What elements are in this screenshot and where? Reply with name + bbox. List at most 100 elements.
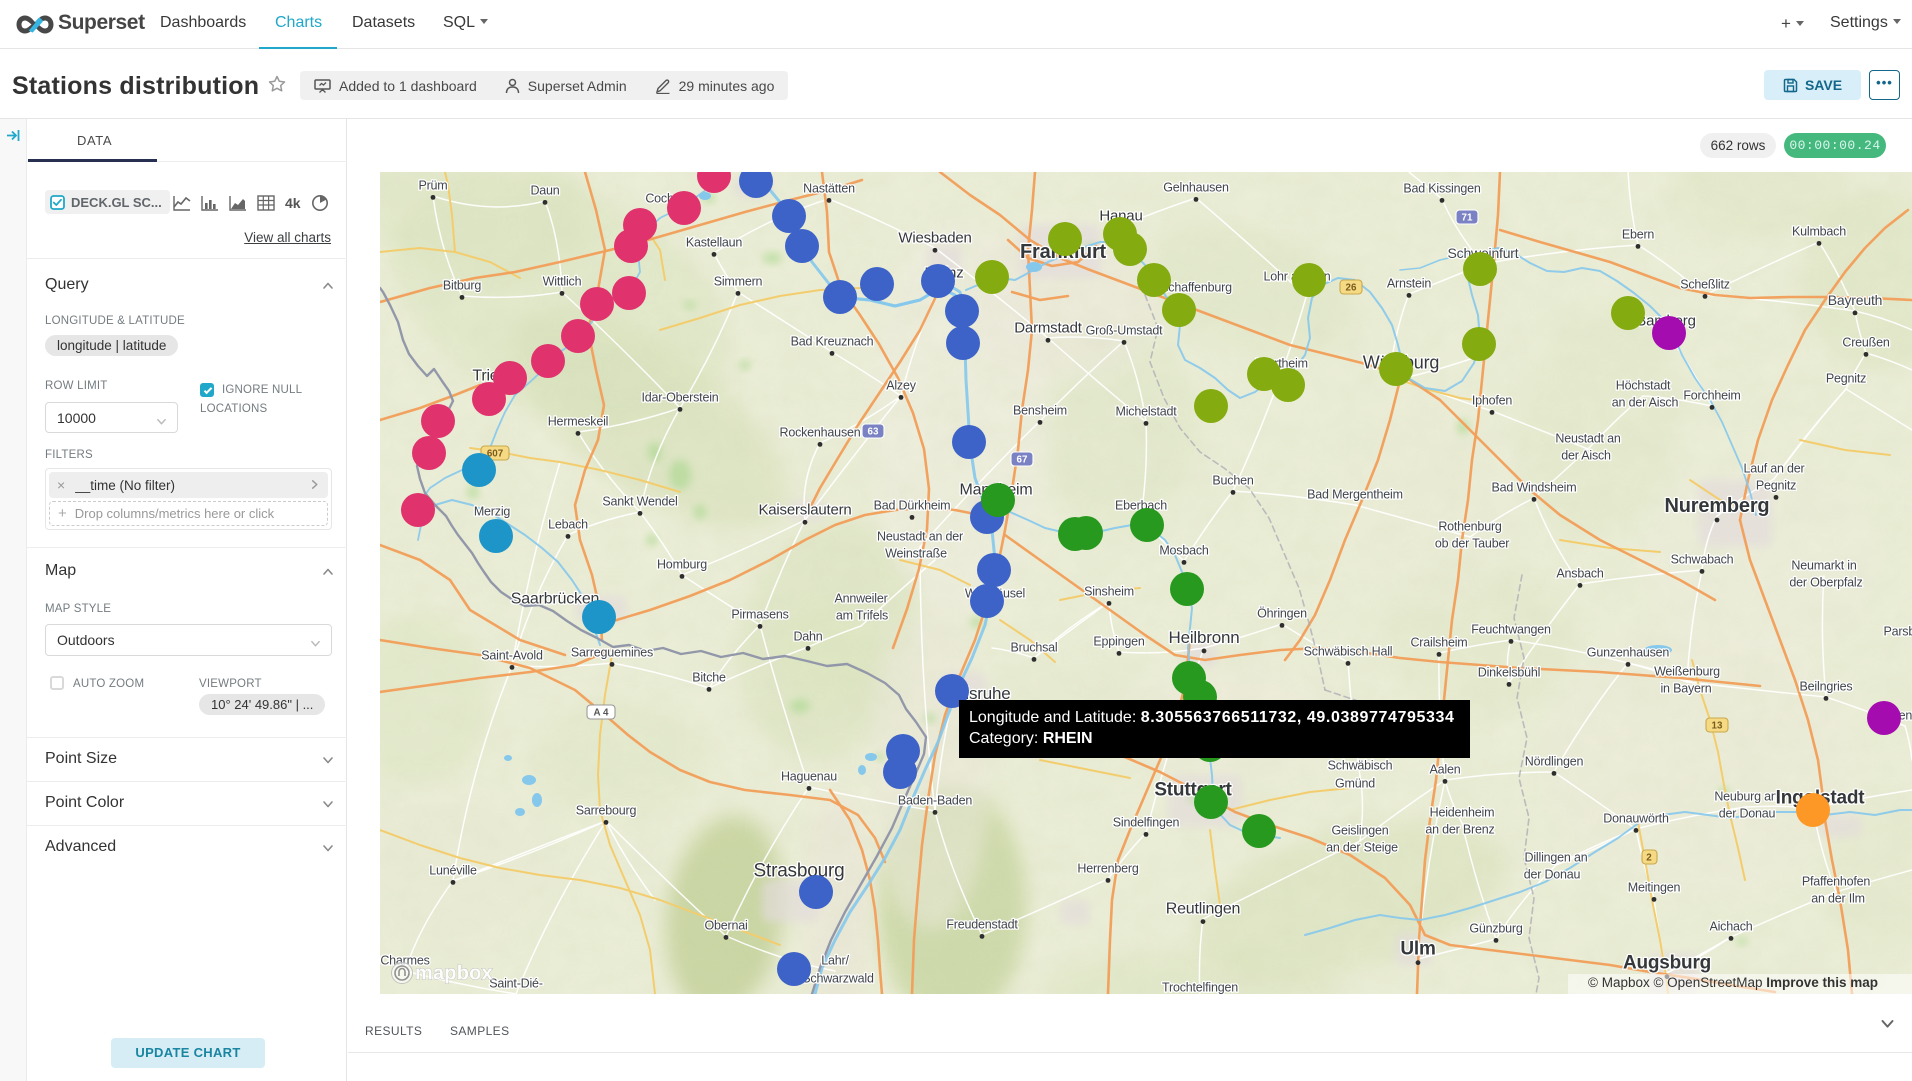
svg-text:Lunéville: Lunéville xyxy=(429,863,477,877)
svg-text:Scheßlitz: Scheßlitz xyxy=(1680,277,1730,291)
svg-text:Öhringen: Öhringen xyxy=(1257,606,1307,620)
svg-text:an der Aisch: an der Aisch xyxy=(1612,395,1679,409)
svg-text:Dahn: Dahn xyxy=(793,629,822,643)
svg-text:Weinstraße: Weinstraße xyxy=(885,546,947,560)
svg-text:Iphofen: Iphofen xyxy=(1472,393,1513,407)
svg-text:Strasbourg: Strasbourg xyxy=(754,861,845,882)
svg-text:Eppingen: Eppingen xyxy=(1093,634,1144,648)
svg-text:Bad Dürkheim: Bad Dürkheim xyxy=(874,498,951,512)
svg-text:Michelstadt: Michelstadt xyxy=(1115,404,1177,418)
svg-text:Bad Kissingen: Bad Kissingen xyxy=(1403,181,1481,195)
svg-text:Dinkelsbühl: Dinkelsbühl xyxy=(1478,665,1540,679)
svg-text:Prüm: Prüm xyxy=(418,178,447,192)
svg-text:Bensheim: Bensheim xyxy=(1013,403,1067,417)
svg-text:Lauf an der: Lauf an der xyxy=(1743,461,1804,475)
svg-text:Pegnitz: Pegnitz xyxy=(1826,371,1866,385)
svg-text:Neumarkt in: Neumarkt in xyxy=(1791,558,1856,572)
svg-text:Gunzenhausen: Gunzenhausen xyxy=(1587,645,1670,659)
svg-text:Wittlich: Wittlich xyxy=(543,274,582,288)
svg-text:der Donau: der Donau xyxy=(1524,867,1581,881)
svg-text:Groß-Umstadt: Groß-Umstadt xyxy=(1086,323,1164,337)
svg-text:Weißenburg: Weißenburg xyxy=(1654,664,1720,678)
svg-text:Baden-Baden: Baden-Baden xyxy=(898,793,973,807)
svg-text:Sarrebourg: Sarrebourg xyxy=(576,803,637,817)
svg-text:Bruchsal: Bruchsal xyxy=(1010,640,1057,654)
svg-text:Schwäbisch: Schwäbisch xyxy=(1328,758,1393,772)
svg-text:ob der Tauber: ob der Tauber xyxy=(1435,536,1509,550)
svg-text:Bitburg: Bitburg xyxy=(443,278,481,292)
svg-text:63: 63 xyxy=(868,427,879,438)
svg-text:Arnstein: Arnstein xyxy=(1387,276,1432,290)
svg-text:Pirmasens: Pirmasens xyxy=(731,607,788,621)
svg-text:mapbox: mapbox xyxy=(415,963,493,985)
svg-text:Darmstadt: Darmstadt xyxy=(1014,319,1082,336)
svg-text:Simmern: Simmern xyxy=(714,274,763,288)
svg-text:71: 71 xyxy=(1462,213,1473,224)
svg-text:Lebach: Lebach xyxy=(548,517,588,531)
svg-text:Donauwörth: Donauwörth xyxy=(1603,811,1669,825)
svg-text:26: 26 xyxy=(1346,283,1357,294)
svg-text:Freudenstadt: Freudenstadt xyxy=(946,917,1018,931)
svg-text:Homburg: Homburg xyxy=(657,557,707,571)
svg-text:Rockenhausen: Rockenhausen xyxy=(780,425,861,439)
svg-text:Sinsheim: Sinsheim xyxy=(1084,584,1134,598)
svg-text:Daun: Daun xyxy=(530,183,559,197)
svg-text:Parsberg: Parsberg xyxy=(1883,624,1912,638)
svg-text:Annweiler: Annweiler xyxy=(834,591,887,605)
svg-text:Haguenau: Haguenau xyxy=(781,769,837,783)
svg-text:Obernai: Obernai xyxy=(704,918,747,932)
svg-text:Meitingen: Meitingen xyxy=(1628,880,1681,894)
svg-text:2: 2 xyxy=(1646,853,1652,864)
svg-text:Bitche: Bitche xyxy=(692,670,726,684)
svg-text:Saarbrücken: Saarbrücken xyxy=(511,591,600,608)
svg-text:Nuremberg: Nuremberg xyxy=(1665,495,1770,517)
svg-text:der Aisch: der Aisch xyxy=(1561,448,1611,462)
svg-text:Sindelfingen: Sindelfingen xyxy=(1113,815,1180,829)
svg-text:Sankt Wendel: Sankt Wendel xyxy=(602,494,677,508)
svg-text:Günzburg: Günzburg xyxy=(1469,921,1523,935)
svg-text:67: 67 xyxy=(1017,455,1028,466)
svg-text:Neuburg an: Neuburg an xyxy=(1714,789,1778,803)
svg-text:© Mapbox © OpenStreetMap Impro: © Mapbox © OpenStreetMap Improve this ma… xyxy=(1588,975,1878,990)
svg-text:Wiesbaden: Wiesbaden xyxy=(898,229,971,246)
svg-text:am Trifels: am Trifels xyxy=(836,608,888,622)
svg-text:Mosbach: Mosbach xyxy=(1159,543,1209,557)
svg-text:Ulm: Ulm xyxy=(1400,939,1435,960)
svg-text:Höchstadt: Höchstadt xyxy=(1616,378,1671,392)
svg-text:Neustadt an: Neustadt an xyxy=(1555,431,1620,445)
svg-text:Bad Kreuznach: Bad Kreuznach xyxy=(791,334,874,348)
svg-text:an der Steige: an der Steige xyxy=(1326,840,1398,854)
svg-text:Schwäbisch Hall: Schwäbisch Hall xyxy=(1304,644,1393,658)
svg-text:Pegnitz: Pegnitz xyxy=(1756,478,1796,492)
svg-text:Sarreguemines: Sarreguemines xyxy=(571,645,653,659)
svg-text:Saint-Avold: Saint-Avold xyxy=(481,648,543,662)
svg-text:Feuchtwangen: Feuchtwangen xyxy=(1471,622,1551,636)
svg-text:Hermeskeil: Hermeskeil xyxy=(548,414,609,428)
svg-text:an der Ilm: an der Ilm xyxy=(1811,891,1865,905)
svg-text:Schwarzwald: Schwarzwald xyxy=(802,971,874,985)
svg-text:der Donau: der Donau xyxy=(1719,806,1776,820)
svg-text:Kulmbach: Kulmbach xyxy=(1792,224,1846,238)
svg-text:Creußen: Creußen xyxy=(1842,335,1889,349)
svg-text:Bad Windsheim: Bad Windsheim xyxy=(1492,480,1577,494)
svg-text:Bayreuth: Bayreuth xyxy=(1828,292,1882,308)
svg-text:Neustadt an der: Neustadt an der xyxy=(877,529,963,543)
svg-text:A 4: A 4 xyxy=(594,708,609,719)
svg-text:Pfaffenhofen: Pfaffenhofen xyxy=(1802,874,1871,888)
svg-text:Dillingen an: Dillingen an xyxy=(1525,850,1588,864)
svg-text:Herrenberg: Herrenberg xyxy=(1077,861,1138,875)
svg-text:Bad Mergentheim: Bad Mergentheim xyxy=(1307,487,1403,501)
svg-text:Alzey: Alzey xyxy=(886,378,917,392)
svg-text:in Bayern: in Bayern xyxy=(1660,681,1711,695)
svg-text:Buchen: Buchen xyxy=(1212,473,1253,487)
svg-text:Saint-Dié-: Saint-Dié- xyxy=(489,976,543,990)
svg-text:13: 13 xyxy=(1712,721,1723,732)
svg-text:Heidenheim: Heidenheim xyxy=(1430,805,1495,819)
svg-text:Gelnhausen: Gelnhausen xyxy=(1163,180,1229,194)
svg-text:Forchheim: Forchheim xyxy=(1683,388,1740,402)
svg-text:Aichach: Aichach xyxy=(1709,919,1752,933)
svg-text:Geislingen: Geislingen xyxy=(1331,823,1388,837)
svg-text:Heilbronn: Heilbronn xyxy=(1169,628,1240,647)
svg-text:Trochtelfingen: Trochtelfingen xyxy=(1162,980,1238,994)
svg-text:Nördlingen: Nördlingen xyxy=(1525,754,1584,768)
